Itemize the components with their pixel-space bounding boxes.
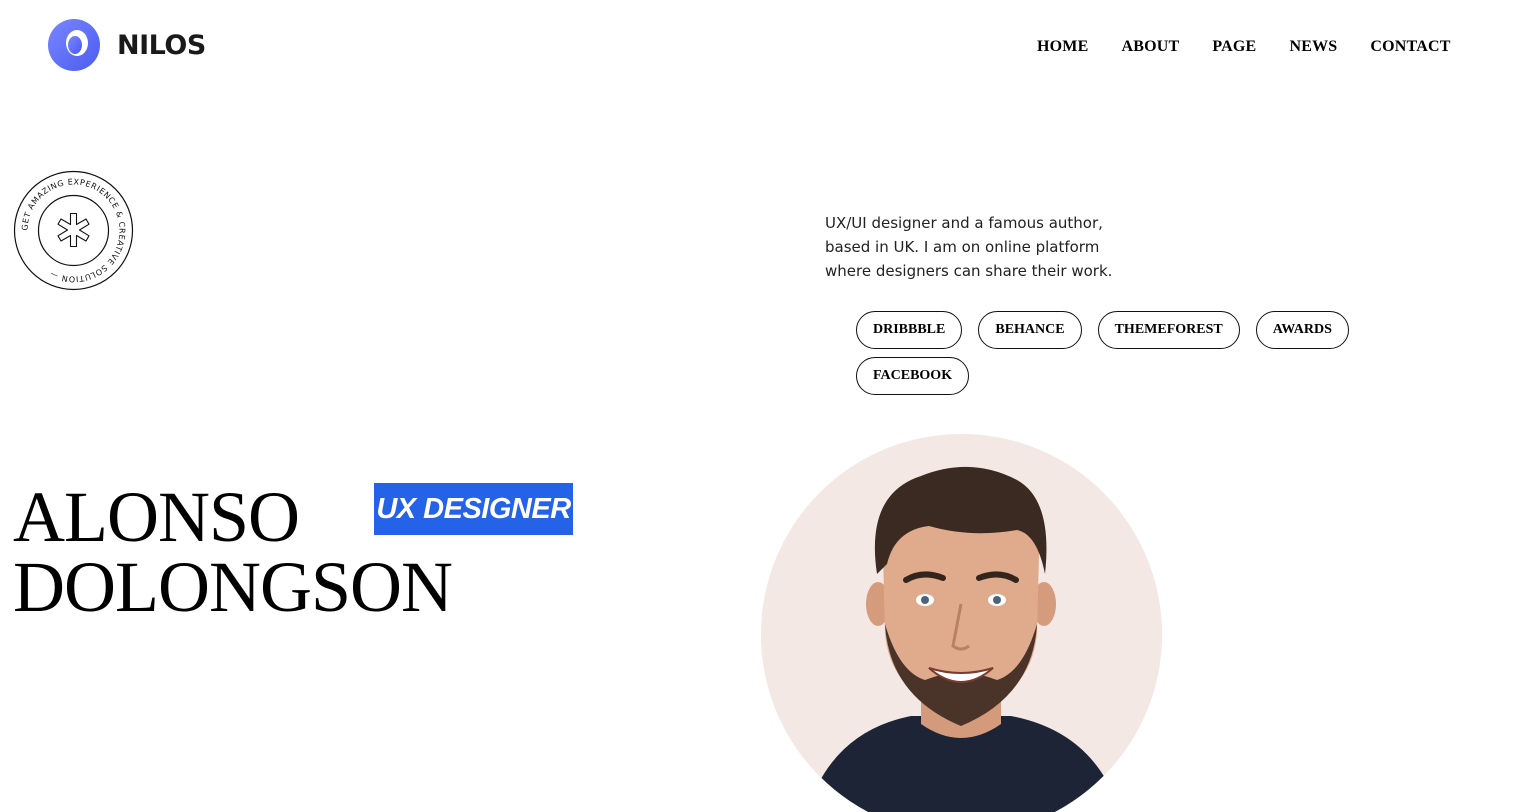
- social-links: DRIBBBLE BEHANCE THEMEFOREST AWARDS FACE…: [856, 311, 1376, 403]
- nav-contact[interactable]: CONTACT: [1370, 38, 1450, 56]
- brand-logo[interactable]: NILOS: [48, 19, 206, 71]
- role-badge: UX DESIGNER: [374, 483, 573, 535]
- social-facebook[interactable]: FACEBOOK: [856, 357, 970, 395]
- social-dribbble[interactable]: DRIBBBLE: [856, 311, 963, 349]
- asterisk-icon: [57, 212, 90, 248]
- brand-name: NILOS: [117, 29, 206, 61]
- nav-page[interactable]: PAGE: [1212, 38, 1256, 56]
- social-behance[interactable]: BEHANCE: [978, 311, 1082, 349]
- rotating-badge: GET AMAZING EXPERIENCE & CREATIVE SOLUTI…: [13, 170, 134, 291]
- badge-text: GET AMAZING EXPERIENCE & CREATIVE SOLUTI…: [20, 177, 126, 283]
- profile-photo: [761, 434, 1162, 812]
- nav-about[interactable]: ABOUT: [1121, 38, 1179, 56]
- main-nav: HOME ABOUT PAGE NEWS CONTACT: [1037, 38, 1451, 56]
- hero-bio: UX/UI designer and a famous author, base…: [825, 214, 1113, 280]
- nav-home[interactable]: HOME: [1037, 38, 1088, 56]
- social-awards[interactable]: AWARDS: [1255, 311, 1349, 349]
- social-themeforest[interactable]: THEMEFOREST: [1097, 311, 1240, 349]
- ring-logo-icon: [48, 19, 100, 71]
- last-name: DOLONGSON: [13, 547, 453, 627]
- nav-news[interactable]: NEWS: [1289, 38, 1337, 56]
